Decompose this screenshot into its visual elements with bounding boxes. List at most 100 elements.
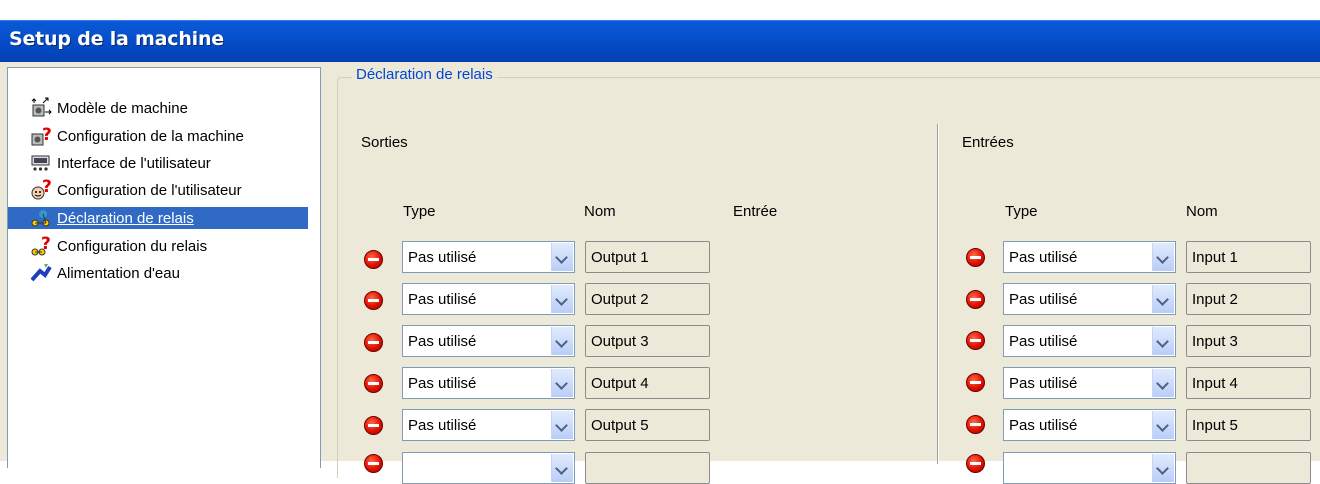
stop-icon[interactable] <box>966 290 985 309</box>
group-legend: Déclaration de relais <box>352 66 497 83</box>
input-name-field[interactable]: Input 4 <box>1186 367 1311 399</box>
tree-item-label: Configuration de la machine <box>57 127 244 145</box>
output-name-field[interactable]: Output 5 <box>585 409 710 441</box>
select-value: Pas utilisé <box>408 291 477 308</box>
field-value: Input 4 <box>1192 375 1238 392</box>
input-type-select[interactable]: Pas utilisé <box>1003 241 1176 273</box>
stop-icon[interactable] <box>966 331 985 350</box>
machine-config-icon: ? <box>30 125 52 147</box>
output-type-select[interactable]: Pas utilisé <box>402 283 575 315</box>
select-value: Pas utilisé <box>1009 249 1078 266</box>
inputs-name-header: Nom <box>1186 203 1218 220</box>
field-value: Output 1 <box>591 249 649 266</box>
stop-icon[interactable] <box>966 415 985 434</box>
chevron-down-icon[interactable] <box>1152 369 1174 397</box>
settings-tree[interactable]: Modèle de machine ? Configuration de la … <box>7 67 321 468</box>
chevron-down-icon[interactable] <box>1152 454 1174 482</box>
output-type-select[interactable] <box>402 452 575 484</box>
field-value: Output 4 <box>591 375 649 392</box>
stop-icon[interactable] <box>364 250 383 269</box>
tree-item-label: Déclaration de relais <box>55 208 196 228</box>
input-name-field[interactable]: Input 2 <box>1186 283 1311 315</box>
field-value: Input 1 <box>1192 249 1238 266</box>
output-type-select[interactable]: Pas utilisé <box>402 409 575 441</box>
relay-config-icon: ? <box>30 234 52 257</box>
tree-item-machine-config[interactable]: ? Configuration de la machine <box>8 125 246 147</box>
title-bar[interactable]: Setup de la machine <box>0 20 1320 63</box>
output-type-select[interactable]: Pas utilisé <box>402 367 575 399</box>
outputs-input-header: Entrée <box>733 203 778 220</box>
select-value: Pas utilisé <box>408 333 477 350</box>
select-value: Pas utilisé <box>1009 333 1078 350</box>
field-value: Output 5 <box>591 417 649 434</box>
chevron-down-icon[interactable] <box>551 411 573 439</box>
tree-item-user-config[interactable]: ? Configuration de l'utilisateur <box>8 177 244 201</box>
tree-item-label: Configuration du relais <box>57 237 208 255</box>
field-value: Output 2 <box>591 291 649 308</box>
tree-item-user-interface[interactable]: Interface de l'utilisateur <box>8 152 213 174</box>
input-type-select[interactable]: Pas utilisé <box>1003 325 1176 357</box>
tree-item-water-supply[interactable]: Alimentation d'eau <box>8 262 182 284</box>
input-type-select[interactable]: Pas utilisé <box>1003 367 1176 399</box>
input-name-field[interactable] <box>1186 452 1311 484</box>
select-value: Pas utilisé <box>408 417 477 434</box>
select-value: Pas utilisé <box>1009 417 1078 434</box>
output-name-field[interactable]: Output 1 <box>585 241 710 273</box>
field-value: Input 3 <box>1192 333 1238 350</box>
select-value: Pas utilisé <box>1009 291 1078 308</box>
select-value: Pas utilisé <box>408 375 477 392</box>
chevron-down-icon[interactable] <box>1152 243 1174 271</box>
stop-icon[interactable] <box>364 416 383 435</box>
output-name-field[interactable] <box>585 452 710 484</box>
outputs-name-header: Nom <box>584 203 616 220</box>
inputs-section-label: Entrées <box>962 134 1014 151</box>
tree-item-machine-model[interactable]: Modèle de machine <box>8 97 190 119</box>
output-name-field[interactable]: Output 4 <box>585 367 710 399</box>
chevron-down-icon[interactable] <box>551 285 573 313</box>
chevron-down-icon[interactable] <box>1152 285 1174 313</box>
dialog-body: Modèle de machine ? Configuration de la … <box>0 62 1320 484</box>
chevron-down-icon[interactable] <box>551 327 573 355</box>
stop-icon[interactable] <box>364 374 383 393</box>
input-name-field[interactable]: Input 3 <box>1186 325 1311 357</box>
user-interface-icon <box>30 152 52 174</box>
output-type-select[interactable]: Pas utilisé <box>402 325 575 357</box>
tree-item-relay-config[interactable]: ? Configuration du relais <box>8 234 209 257</box>
input-name-field[interactable]: Input 5 <box>1186 409 1311 441</box>
output-name-field[interactable]: Output 3 <box>585 325 710 357</box>
tree-item-label: Interface de l'utilisateur <box>57 154 211 172</box>
relay-declaration-icon <box>30 207 52 229</box>
tree-item-label: Modèle de machine <box>57 99 188 117</box>
tree-item-label: Alimentation d'eau <box>57 264 180 282</box>
section-divider <box>937 124 939 464</box>
input-name-field[interactable]: Input 1 <box>1186 241 1311 273</box>
input-type-select[interactable]: Pas utilisé <box>1003 283 1176 315</box>
chevron-down-icon[interactable] <box>1152 327 1174 355</box>
field-value: Input 5 <box>1192 417 1238 434</box>
outputs-type-header: Type <box>403 203 436 220</box>
svg-text:?: ? <box>42 179 52 197</box>
inputs-type-header: Type <box>1005 203 1038 220</box>
stop-icon[interactable] <box>966 373 985 392</box>
tree-item-relay-declaration[interactable]: Déclaration de relais <box>8 207 308 229</box>
window-title: Setup de la machine <box>9 28 224 50</box>
stop-icon[interactable] <box>364 454 383 473</box>
stop-icon[interactable] <box>364 333 383 352</box>
stop-icon[interactable] <box>364 291 383 310</box>
select-value: Pas utilisé <box>408 249 477 266</box>
chevron-down-icon[interactable] <box>551 243 573 271</box>
output-name-field[interactable]: Output 2 <box>585 283 710 315</box>
field-value: Input 2 <box>1192 291 1238 308</box>
input-type-select[interactable]: Pas utilisé <box>1003 409 1176 441</box>
svg-text:?: ? <box>41 235 51 254</box>
chevron-down-icon[interactable] <box>551 369 573 397</box>
output-type-select[interactable]: Pas utilisé <box>402 241 575 273</box>
stop-icon[interactable] <box>966 454 985 473</box>
select-value: Pas utilisé <box>1009 375 1078 392</box>
chevron-down-icon[interactable] <box>1152 411 1174 439</box>
input-type-select[interactable] <box>1003 452 1176 484</box>
stop-icon[interactable] <box>966 248 985 267</box>
tree-item-label: Configuration de l'utilisateur <box>57 181 242 199</box>
water-supply-icon <box>30 262 52 284</box>
chevron-down-icon[interactable] <box>551 454 573 482</box>
